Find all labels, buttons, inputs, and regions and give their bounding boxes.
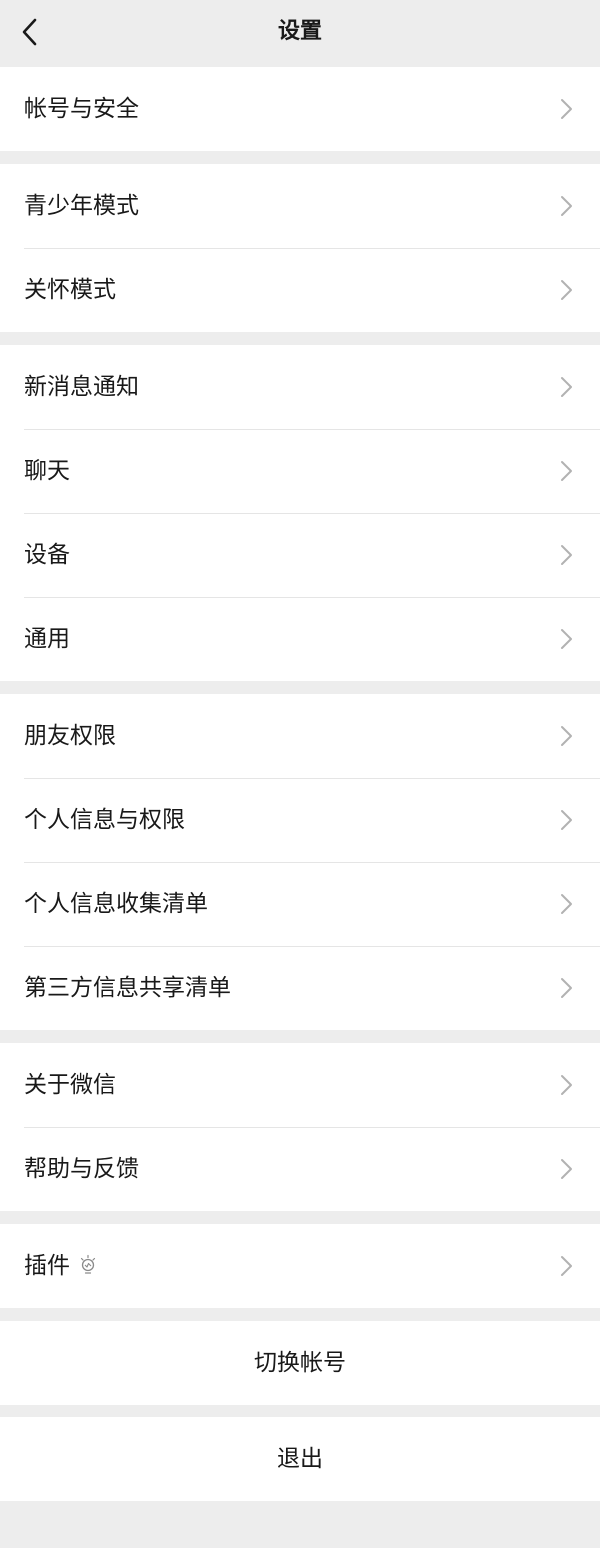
- settings-item-help-feedback[interactable]: 帮助与反馈: [0, 1127, 600, 1211]
- settings-item-account-security[interactable]: 帐号与安全: [0, 67, 600, 151]
- nav-bar: 设置: [0, 0, 600, 66]
- chevron-right-icon: [559, 376, 573, 398]
- chevron-right-icon: [559, 279, 573, 301]
- settings-item-plugins[interactable]: 插件: [0, 1224, 600, 1308]
- settings-item-label: 关怀模式: [24, 277, 116, 303]
- settings-item-devices[interactable]: 设备: [0, 513, 600, 597]
- chevron-right-icon: [559, 725, 573, 747]
- settings-group-modes: 青少年模式 关怀模式: [0, 164, 600, 332]
- switch-account-button[interactable]: 切换帐号: [0, 1321, 600, 1405]
- settings-item-label: 青少年模式: [24, 193, 139, 219]
- lightbulb-icon: [78, 1254, 98, 1276]
- settings-item-label: 朋友权限: [24, 723, 116, 749]
- settings-item-label: 帮助与反馈: [24, 1156, 139, 1182]
- settings-group-about: 关于微信 帮助与反馈: [0, 1043, 600, 1211]
- settings-item-label: 关于微信: [24, 1072, 116, 1098]
- settings-item-personal-info-permissions[interactable]: 个人信息与权限: [0, 778, 600, 862]
- chevron-right-icon: [559, 809, 573, 831]
- settings-item-care-mode[interactable]: 关怀模式: [0, 248, 600, 332]
- settings-item-label: 新消息通知: [24, 374, 139, 400]
- chevron-right-icon: [559, 460, 573, 482]
- settings-item-label: 通用: [24, 626, 70, 652]
- chevron-right-icon: [559, 195, 573, 217]
- settings-item-notifications[interactable]: 新消息通知: [0, 345, 600, 429]
- chevron-right-icon: [559, 977, 573, 999]
- settings-group-plugins: 插件: [0, 1224, 600, 1308]
- chevron-right-icon: [559, 98, 573, 120]
- logout-button[interactable]: 退出: [0, 1417, 600, 1501]
- chevron-right-icon: [559, 544, 573, 566]
- settings-item-label: 聊天: [24, 458, 70, 484]
- settings-item-third-party-sharing[interactable]: 第三方信息共享清单: [0, 946, 600, 1030]
- settings-item-about-wechat[interactable]: 关于微信: [0, 1043, 600, 1127]
- settings-item-personal-info-collection[interactable]: 个人信息收集清单: [0, 862, 600, 946]
- settings-item-teen-mode[interactable]: 青少年模式: [0, 164, 600, 248]
- settings-group-privacy: 朋友权限 个人信息与权限 个人信息收集清单 第三方信息共享清单: [0, 694, 600, 1030]
- settings-group-account: 帐号与安全: [0, 67, 600, 151]
- settings-item-chat[interactable]: 聊天: [0, 429, 600, 513]
- chevron-right-icon: [559, 1255, 573, 1277]
- chevron-right-icon: [559, 893, 573, 915]
- chevron-right-icon: [559, 628, 573, 650]
- chevron-right-icon: [559, 1158, 573, 1180]
- page-title: 设置: [277, 19, 322, 44]
- settings-item-label: 个人信息与权限: [24, 807, 185, 833]
- settings-group-general: 新消息通知 聊天 设备 通用: [0, 345, 600, 681]
- settings-item-general[interactable]: 通用: [0, 597, 600, 681]
- settings-item-label: 个人信息收集清单: [24, 891, 208, 917]
- settings-item-plugins-label-wrap: 插件: [24, 1224, 98, 1308]
- chevron-right-icon: [559, 1074, 573, 1096]
- settings-item-label: 设备: [24, 542, 70, 568]
- settings-item-label: 第三方信息共享清单: [24, 975, 231, 1001]
- settings-item-friend-permissions[interactable]: 朋友权限: [0, 694, 600, 778]
- settings-item-label: 帐号与安全: [24, 96, 139, 122]
- settings-item-label: 插件: [24, 1253, 70, 1279]
